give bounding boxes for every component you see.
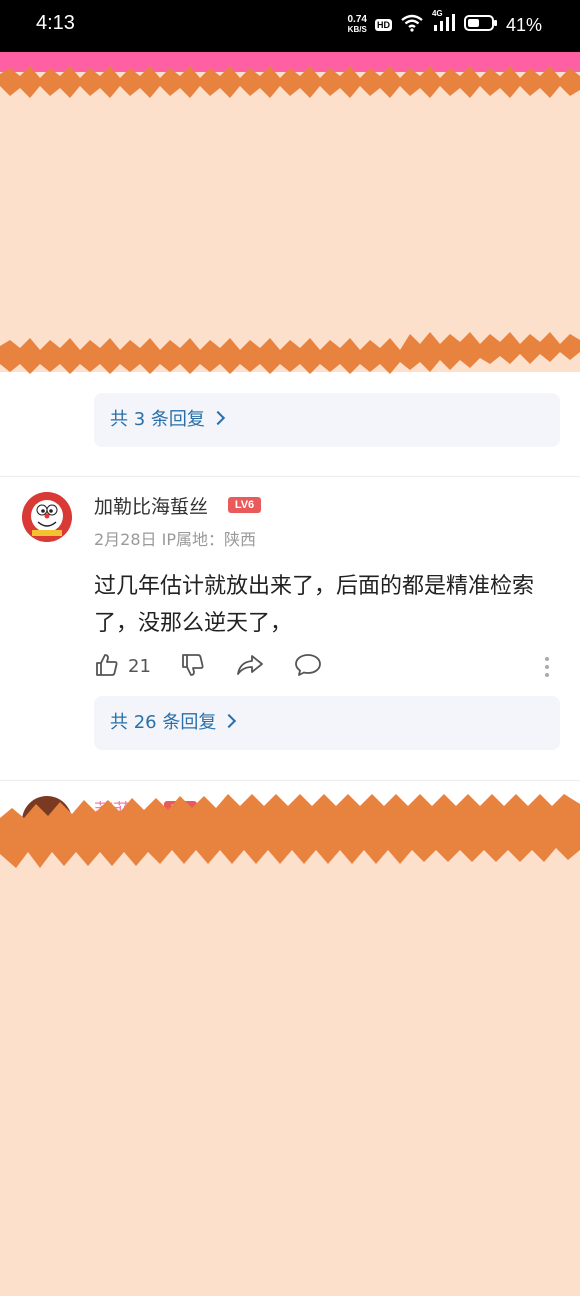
chevron-right-icon — [210, 410, 225, 426]
more-options-button[interactable] — [544, 656, 550, 682]
cellular-signal-icon: 4G — [432, 9, 456, 37]
comment-bubble-icon — [295, 654, 321, 676]
status-time: 4:13 — [36, 12, 75, 34]
avatar-image — [22, 492, 72, 542]
comment-meta: 2月28日 IP属地：陕西 — [94, 530, 256, 549]
status-icons: 0.74 KB/S HD 4G 41% — [348, 9, 543, 40]
like-count: 21 — [128, 656, 151, 677]
reply-button[interactable] — [294, 652, 322, 682]
share-icon — [237, 655, 263, 675]
comment-divider — [0, 780, 580, 781]
level-badge: LV6 — [228, 497, 261, 513]
network-type-label: 4G — [431, 9, 443, 18]
redaction-edge — [0, 66, 580, 98]
redacted-area-top — [0, 72, 580, 372]
network-speed-value: 0.74 — [347, 14, 367, 25]
more-vertical-icon — [545, 657, 549, 677]
comment-divider — [0, 476, 580, 477]
redacted-area-bottom — [0, 840, 580, 1296]
comment-username[interactable]: 加勒比海蜇丝 — [94, 492, 208, 519]
wifi-icon — [400, 14, 424, 36]
thumbs-down-icon — [182, 654, 204, 676]
share-button[interactable] — [236, 652, 264, 682]
redaction-edge — [0, 332, 580, 374]
reply-count-label: 共 26 条回复 — [110, 712, 217, 733]
status-bar: 4:13 0.74 KB/S HD 4G 41% — [0, 0, 580, 52]
avatar[interactable] — [22, 492, 72, 542]
battery-percent: 41% — [505, 14, 542, 35]
reply-count-label: 共 3 条回复 — [110, 409, 205, 430]
view-replies-button[interactable]: 共 26 条回复 — [94, 696, 560, 750]
like-button[interactable] — [94, 652, 120, 682]
view-replies-button[interactable]: 共 3 条回复 — [94, 393, 560, 447]
battery-icon — [463, 14, 498, 36]
comment-actions: 21 — [94, 652, 560, 684]
network-speed-unit: KB/S — [347, 25, 367, 34]
network-speed: 0.74 KB/S — [348, 15, 367, 35]
redaction-edge — [0, 794, 580, 868]
comment-text[interactable]: 过几年估计就放出来了，后面的都是精准检索了，没那么逆天了， — [94, 568, 564, 642]
dislike-button[interactable] — [180, 652, 206, 682]
chevron-right-icon — [222, 713, 237, 729]
hd-icon: HD — [374, 19, 392, 31]
thumbs-up-icon — [96, 654, 118, 676]
